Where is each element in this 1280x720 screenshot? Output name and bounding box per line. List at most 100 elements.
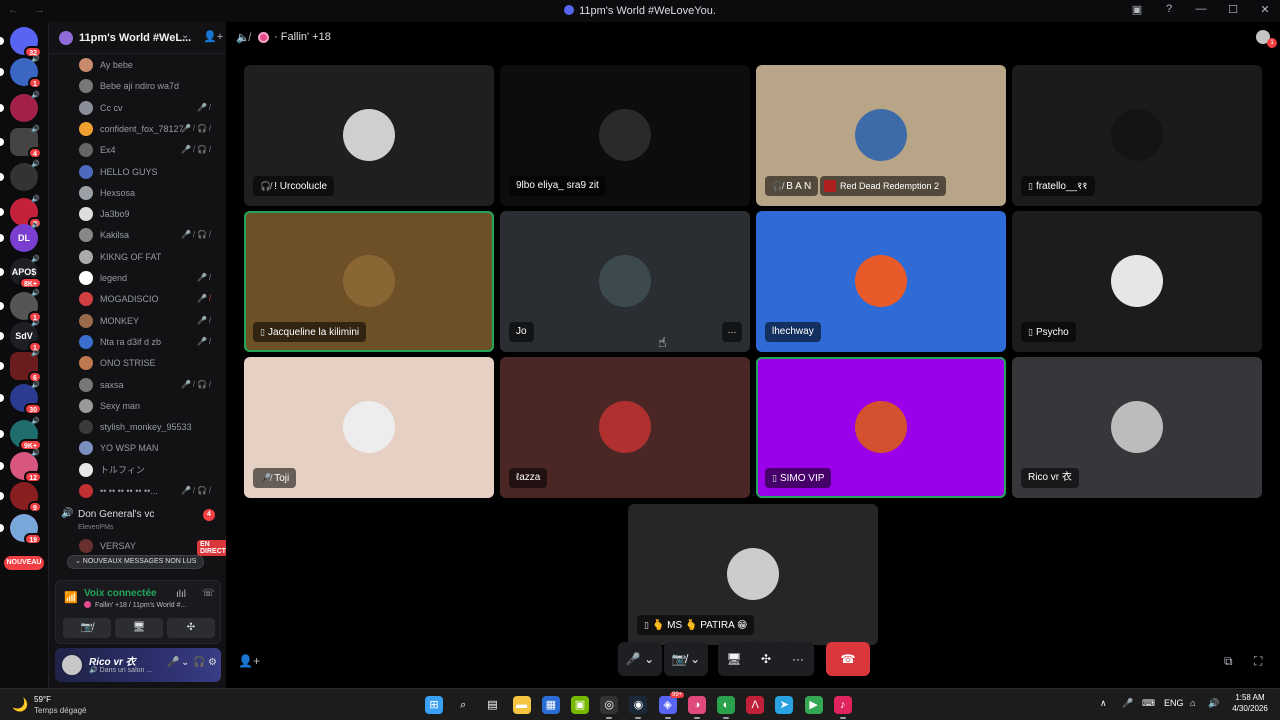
help-icon[interactable]: ? <box>1162 3 1176 16</box>
server-icon[interactable]: 🔊 SdV 1 <box>0 320 42 353</box>
server-header[interactable]: 11pm's World #WeL... ⌄ 👤+ <box>49 22 226 54</box>
participant-tile[interactable]: ℓazza <box>500 357 750 498</box>
keyboard-icon[interactable]: ⌨ <box>1142 698 1155 709</box>
mic-icon[interactable]: 🎤 <box>167 657 179 668</box>
list-item[interactable]: Ay bebe <box>79 56 219 74</box>
list-item[interactable]: Ja3bo9 <box>79 205 219 223</box>
steam-icon[interactable]: ◉ <box>629 696 648 719</box>
list-item-versay[interactable]: VERSAY EN DIRECT <box>79 538 226 556</box>
server-icon[interactable]: 🔊 <box>0 161 40 191</box>
nvidia-icon[interactable]: ▣ <box>571 696 589 714</box>
list-item[interactable]: Hexsosa <box>79 184 219 202</box>
list-item[interactable]: stylish_monkey_95533 <box>79 418 219 436</box>
list-item[interactable]: Kakilsa 🎤̸🎧̸ <box>79 226 219 244</box>
file-explorer-icon[interactable]: ▬ <box>512 696 531 714</box>
server-icon[interactable]: 🔊 1 <box>0 56 42 89</box>
list-item[interactable]: ONO STRISE <box>79 354 219 372</box>
participant-tile[interactable]: lhechway <box>756 211 1006 352</box>
participant-tile[interactable]: ▯ SIMO VIP <box>756 357 1006 498</box>
server-icon[interactable]: 🔊 APO$ 8K+ <box>0 256 42 289</box>
close-button[interactable]: ✕ <box>1258 3 1272 16</box>
server-icon[interactable]: 🔊 <box>0 92 40 122</box>
camera-button[interactable]: 📷̸ ⌄ <box>664 642 708 676</box>
server-icon[interactable]: 🔊 30 <box>0 382 42 415</box>
list-item[interactable]: saxsa 🎤̸🎧̸ <box>79 376 219 394</box>
start-button[interactable]: ⊞ <box>425 696 443 714</box>
clock[interactable]: 1:58 AM 4/30/2026 <box>1228 693 1272 713</box>
disconnect-icon[interactable]: ☏ <box>202 588 215 599</box>
voice-channel-path[interactable]: Fallin' +18 / 11pm's World #... <box>84 601 186 609</box>
network-icon[interactable]: ⌂ <box>1190 698 1195 708</box>
app-icon[interactable]: Λ <box>746 696 765 714</box>
list-item[interactable]: YO WSP MAN <box>79 439 219 457</box>
server-icon[interactable]: 🔊 9K+ <box>0 418 42 451</box>
tile-more-button[interactable]: ··· <box>722 322 742 342</box>
activities-button[interactable]: ✣ <box>750 642 782 676</box>
server-icon[interactable]: 32 <box>0 27 42 58</box>
maximize-button[interactable]: ☐ <box>1226 3 1240 16</box>
list-item[interactable]: KIKNG OF FAT <box>79 248 219 266</box>
volume-icon[interactable]: 🔊 <box>1208 698 1219 709</box>
mic-button[interactable]: 🎤 ⌄ <box>618 642 662 676</box>
participant-tile[interactable]: Jo ··· <box>500 211 750 352</box>
store-icon[interactable]: ▦ <box>541 696 560 714</box>
invite-people-icon[interactable]: 👤+ <box>203 30 223 43</box>
list-item[interactable]: MONKEY 🎤̸ <box>79 312 219 330</box>
language-indicator[interactable]: ENG <box>1164 698 1184 708</box>
minimize-button[interactable]: — <box>1194 3 1208 16</box>
new-unreads-pill[interactable]: NOUVEAU <box>4 556 44 570</box>
server-icon[interactable]: 🔊 4 <box>0 126 42 159</box>
search-icon[interactable]: ⌕ <box>454 696 472 714</box>
inbox-icon[interactable]: ▣ <box>1130 3 1144 16</box>
speaker-muted-icon[interactable]: 🔈̸ <box>236 31 250 44</box>
participant-tile[interactable]: ▯ fratello__११ <box>1012 65 1262 206</box>
photos-icon[interactable]: ◑ <box>687 696 706 719</box>
obs-icon[interactable]: ◎ <box>600 696 619 719</box>
headset-icon[interactable]: 🎧 <box>193 657 205 668</box>
screen-share-button[interactable]: 🖥 <box>718 642 750 676</box>
unread-messages-pill[interactable]: ⌄ NOUVEAUX MESSAGES NON LUS <box>67 555 205 569</box>
list-item[interactable]: トルフィン <box>79 461 219 479</box>
list-item[interactable]: Bebe aji ndiro wa7d <box>79 77 219 95</box>
screen-share-button[interactable]: 🖥 <box>115 618 163 638</box>
chrome-icon[interactable]: ◐ <box>717 696 735 719</box>
disconnect-call-button[interactable]: ☎ <box>826 642 870 676</box>
list-item[interactable]: •• •• •• •• •• ••... 🎤̸🎧̸ <box>79 482 219 500</box>
tiktok-icon[interactable]: ♪ <box>833 696 852 719</box>
settings-gear-icon[interactable]: ⚙ <box>208 657 217 668</box>
participant-tile[interactable]: 9lbo eliya_ sra9 zit <box>500 65 750 206</box>
list-item[interactable]: Cc cv 🎤̸ <box>79 99 219 117</box>
server-icon[interactable]: 🔊 DL <box>0 222 40 252</box>
discord-icon[interactable]: ◈ <box>658 696 677 719</box>
noise-suppression-icon[interactable]: ılıl <box>176 589 186 600</box>
participant-tile[interactable]: Rico vr 衣 <box>1012 357 1262 498</box>
server-icon[interactable]: 🔊 12 <box>0 450 42 483</box>
participant-tile[interactable]: 🎧̸ B A N Red Dead Redemption 2 <box>756 65 1006 206</box>
list-item[interactable]: MOGADISCIO 🎤̸ <box>79 290 219 308</box>
list-item[interactable]: confident_fox_78127 🎤̸🎧̸ <box>79 120 219 138</box>
signal-icon[interactable]: 📶 <box>64 591 78 604</box>
list-item[interactable]: HELLO GUYS <box>79 163 219 181</box>
chevron-down-icon[interactable]: ⌄ <box>181 657 189 668</box>
popout-icon[interactable]: ⧉ <box>1224 654 1233 669</box>
list-item[interactable]: Ex4 🎤̸🎧̸ <box>79 141 219 159</box>
avatar[interactable] <box>60 653 84 677</box>
more-options-button[interactable]: ··· <box>782 642 814 676</box>
camera-off-button[interactable]: 📷̸ <box>63 618 111 638</box>
participant-tile[interactable]: ▯ Psycho <box>1012 211 1262 352</box>
server-icon[interactable]: 🔊 6 <box>0 350 42 383</box>
participant-tile[interactable]: ▯ 🫰 MS 🫰 PATIRA 😁 <box>628 504 878 645</box>
add-people-icon[interactable]: 👤+ <box>238 654 260 668</box>
show-hidden-icons[interactable]: ∧ <box>1100 698 1107 709</box>
participant-tile[interactable]: 🎤̸ Toji <box>244 357 494 498</box>
play-icon[interactable]: ▶ <box>804 696 823 714</box>
telegram-icon[interactable]: ➤ <box>775 696 794 714</box>
list-item[interactable]: Sexy man <box>79 397 219 415</box>
chevron-down-icon[interactable]: ⌄ <box>181 30 189 41</box>
activities-button[interactable]: ✣ <box>167 618 215 638</box>
task-view-icon[interactable]: ▤ <box>483 696 501 714</box>
server-icon[interactable]: 9 <box>0 482 42 513</box>
server-icon[interactable]: 19 <box>0 514 42 545</box>
fullscreen-icon[interactable]: ⛶ <box>1254 654 1262 669</box>
mic-tray-icon[interactable]: 🎤 <box>1122 698 1133 709</box>
